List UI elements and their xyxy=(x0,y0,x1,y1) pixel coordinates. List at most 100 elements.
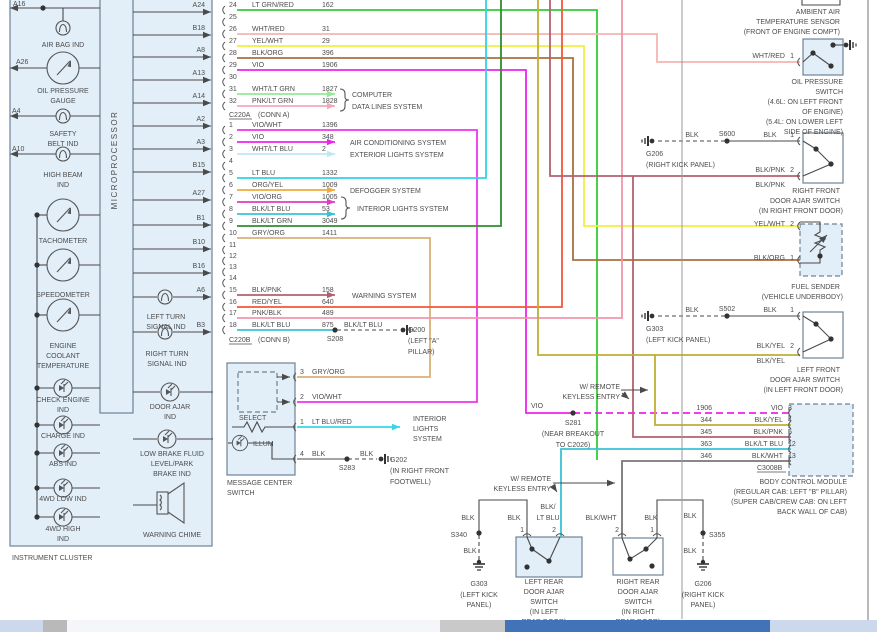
dot-glyph xyxy=(828,336,834,342)
label: A14 xyxy=(193,93,206,100)
dot-glyph xyxy=(34,312,40,318)
wire-color-label: BLK/PNK xyxy=(252,287,282,294)
scrollbar-segment xyxy=(43,620,67,632)
arrowhead xyxy=(392,423,400,431)
label: RIGHT FRONT xyxy=(792,188,840,195)
pin-arc xyxy=(222,125,226,135)
dot xyxy=(34,262,40,268)
wire-blk-pnk-345-top xyxy=(549,0,800,177)
label: S283 xyxy=(339,465,355,472)
arc-glyph xyxy=(555,533,565,537)
pin-number: 25 xyxy=(229,14,237,21)
label: LEFT TURN xyxy=(147,314,185,321)
dot-glyph xyxy=(813,321,819,327)
label: 1 xyxy=(520,527,524,534)
ground-g303-bottom xyxy=(476,559,482,565)
label: SELECT xyxy=(239,415,267,422)
pin-number: 24 xyxy=(229,2,237,9)
dot-glyph xyxy=(34,212,40,218)
label: SIGNAL IND xyxy=(147,361,186,368)
label: 1 xyxy=(300,419,304,426)
pin-arc xyxy=(222,89,226,99)
scrollbar-thumb[interactable] xyxy=(505,620,770,632)
pin-number: 1 xyxy=(229,122,233,129)
splice-s281 xyxy=(570,410,576,416)
pin-number: 17 xyxy=(229,310,237,317)
label: WARNING SYSTEM xyxy=(352,293,416,300)
label: 2 xyxy=(790,167,794,174)
label: MESSAGE CENTER xyxy=(227,480,292,487)
arrowhead xyxy=(549,483,557,492)
scrollbar-segment xyxy=(0,620,43,632)
pin-arc xyxy=(222,278,226,288)
label: AMBIENT AIR xyxy=(796,9,840,16)
arc xyxy=(555,533,565,537)
label: KEYLESS ENTRY xyxy=(494,486,552,493)
label: G200 xyxy=(408,327,425,334)
label: BLK/PNK xyxy=(755,182,785,189)
bcm-pin-number: 5 xyxy=(788,429,792,436)
label: BLK xyxy=(683,513,697,520)
dot-glyph xyxy=(813,146,819,152)
circuit-number: 1396 xyxy=(322,122,338,129)
horizontal-scrollbar[interactable] xyxy=(0,620,877,632)
label: BLK xyxy=(763,307,777,314)
label: BLK xyxy=(763,132,777,139)
label: SYSTEM xyxy=(413,436,442,443)
ground-g202-right-footwell xyxy=(378,456,384,462)
ambient-sensor-box xyxy=(801,0,841,6)
label: SIGNAL IND xyxy=(146,324,185,331)
label: PILLAR) xyxy=(408,349,434,356)
dot-glyph xyxy=(524,564,530,570)
pin-arc xyxy=(222,325,226,335)
dot-glyph xyxy=(817,253,823,259)
label: SWITCH xyxy=(815,89,843,96)
label: BLK/PNK xyxy=(755,167,785,174)
label: 1 xyxy=(650,527,654,534)
dot xyxy=(524,564,530,570)
wire-color-label: VIO xyxy=(252,134,265,141)
dot xyxy=(627,556,633,562)
label: (IN LEFT xyxy=(530,609,559,616)
label: S281 xyxy=(565,420,581,427)
pin-arc xyxy=(222,185,226,195)
splice-s283 xyxy=(344,456,350,462)
circuit-number: 1332 xyxy=(322,170,338,177)
label: PANEL) xyxy=(691,602,716,609)
circuit-number: 1009 xyxy=(322,182,338,189)
pin-arc xyxy=(222,290,226,300)
arrowhead xyxy=(607,479,615,487)
label: VIO xyxy=(531,403,544,410)
ground-oil-pressure-switch xyxy=(843,42,849,48)
bcm-wire-color: BLK/PNK xyxy=(753,429,783,436)
pin-arc xyxy=(222,65,226,75)
label: SWITCH xyxy=(227,490,255,497)
label: BLK/YEL xyxy=(757,358,786,365)
dot xyxy=(643,546,649,552)
label: G202 xyxy=(390,457,407,464)
dot xyxy=(34,514,40,520)
label: RIGHT REAR xyxy=(616,579,659,586)
pin-number: 8 xyxy=(229,206,233,213)
label: DOOR AJAR xyxy=(150,404,190,411)
label: INTERIOR xyxy=(413,416,446,423)
pin-number: 27 xyxy=(229,38,237,45)
label: LEVEL/PARK xyxy=(151,461,194,468)
label: OF ENGINE) xyxy=(802,109,843,116)
rr-sw-int1 xyxy=(621,537,631,560)
dot xyxy=(813,321,819,327)
label: (5.4L: ON LOWER LEFT xyxy=(766,119,844,126)
label: G206 xyxy=(646,151,663,158)
splice-s340 xyxy=(476,530,482,536)
pin-arc xyxy=(222,233,226,243)
splice-s283 xyxy=(344,456,350,462)
label: 4WD HIGH xyxy=(46,526,81,533)
pin-arc xyxy=(222,256,226,266)
label: W/ REMOTE xyxy=(580,384,621,391)
label: BLK xyxy=(644,515,658,522)
label: DOOR AJAR SWITCH xyxy=(770,198,840,205)
label: DEFOGGER SYSTEM xyxy=(350,188,421,195)
wire-color-label: PNK/LT GRN xyxy=(252,98,293,105)
body-control-module-box xyxy=(788,403,854,477)
dot xyxy=(40,5,46,11)
